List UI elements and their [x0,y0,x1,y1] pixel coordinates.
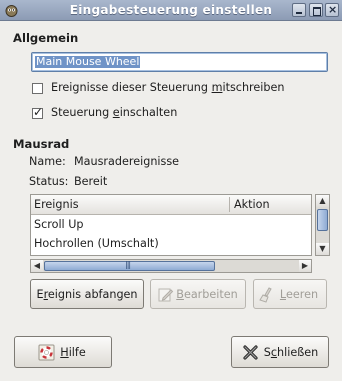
table-row[interactable]: Hochrollen (Umschalt) [31,234,311,253]
grip-icon: ||| [125,260,131,269]
title-bar[interactable]: Eingabesteuerung einstellen × [0,0,342,21]
enable-controller-checkbox[interactable]: ✓ [32,105,44,119]
section-mouse-wheel-heading: Mausrad [13,137,70,151]
maximize-button[interactable] [309,3,323,17]
log-events-label[interactable]: Ereignisse dieser Steuerung mitschreiben [51,81,284,94]
edit-button[interactable]: Bearbeiten [150,279,246,309]
vertical-scroll-thumb[interactable] [317,209,328,231]
controller-name-field[interactable]: Main Mouse Wheel [31,52,328,72]
name-value: Mausradereignisse [74,155,180,168]
close-icon: × [328,3,338,16]
minimize-button[interactable] [292,3,306,17]
close-window-button[interactable]: × [325,3,339,17]
checkmark-icon: ✓ [33,105,44,119]
event-table[interactable]: Ereignis Aktion Scroll Up Hochrollen (Um… [30,194,312,256]
scroll-left-arrow-icon[interactable]: ◀ [31,260,43,272]
help-button[interactable]: Hilfe [14,336,112,368]
horizontal-scrollbar[interactable]: ◀ ||| ▶ [30,259,312,273]
status-value: Bereit [74,175,108,188]
horizontal-scroll-thumb[interactable]: ||| [44,260,215,271]
status-label: Status: [29,175,69,188]
scroll-down-arrow-icon[interactable]: ▼ [316,243,329,255]
enable-controller-label[interactable]: Steuerung einschalten [51,106,177,119]
window-title: Eingabesteuerung einstellen [69,3,273,17]
column-header-event[interactable]: Ereignis [34,198,79,211]
scroll-up-arrow-icon[interactable]: ▲ [316,195,329,207]
grab-event-button[interactable]: Ereignis abfangen [30,279,144,309]
scroll-right-arrow-icon[interactable]: ▶ [299,260,311,272]
close-button[interactable]: Schließen [231,336,329,368]
table-row[interactable]: Scroll Up [31,215,311,234]
table-cell-event: Scroll Up [34,218,84,231]
vertical-scrollbar[interactable]: ▲ ▼ [315,194,330,256]
table-header: Ereignis Aktion [31,195,311,215]
maximize-icon [313,7,321,16]
table-cell-event: Hochrollen (Umschalt) [34,237,159,250]
clear-button[interactable]: Leeren [253,279,327,309]
minimize-icon [296,12,302,14]
name-label: Name: [29,155,66,168]
controller-name-value: Main Mouse Wheel [35,55,141,68]
column-header-action[interactable]: Aktion [234,198,270,211]
log-events-checkbox[interactable] [32,83,43,94]
section-general-heading: Allgemein [13,31,79,45]
